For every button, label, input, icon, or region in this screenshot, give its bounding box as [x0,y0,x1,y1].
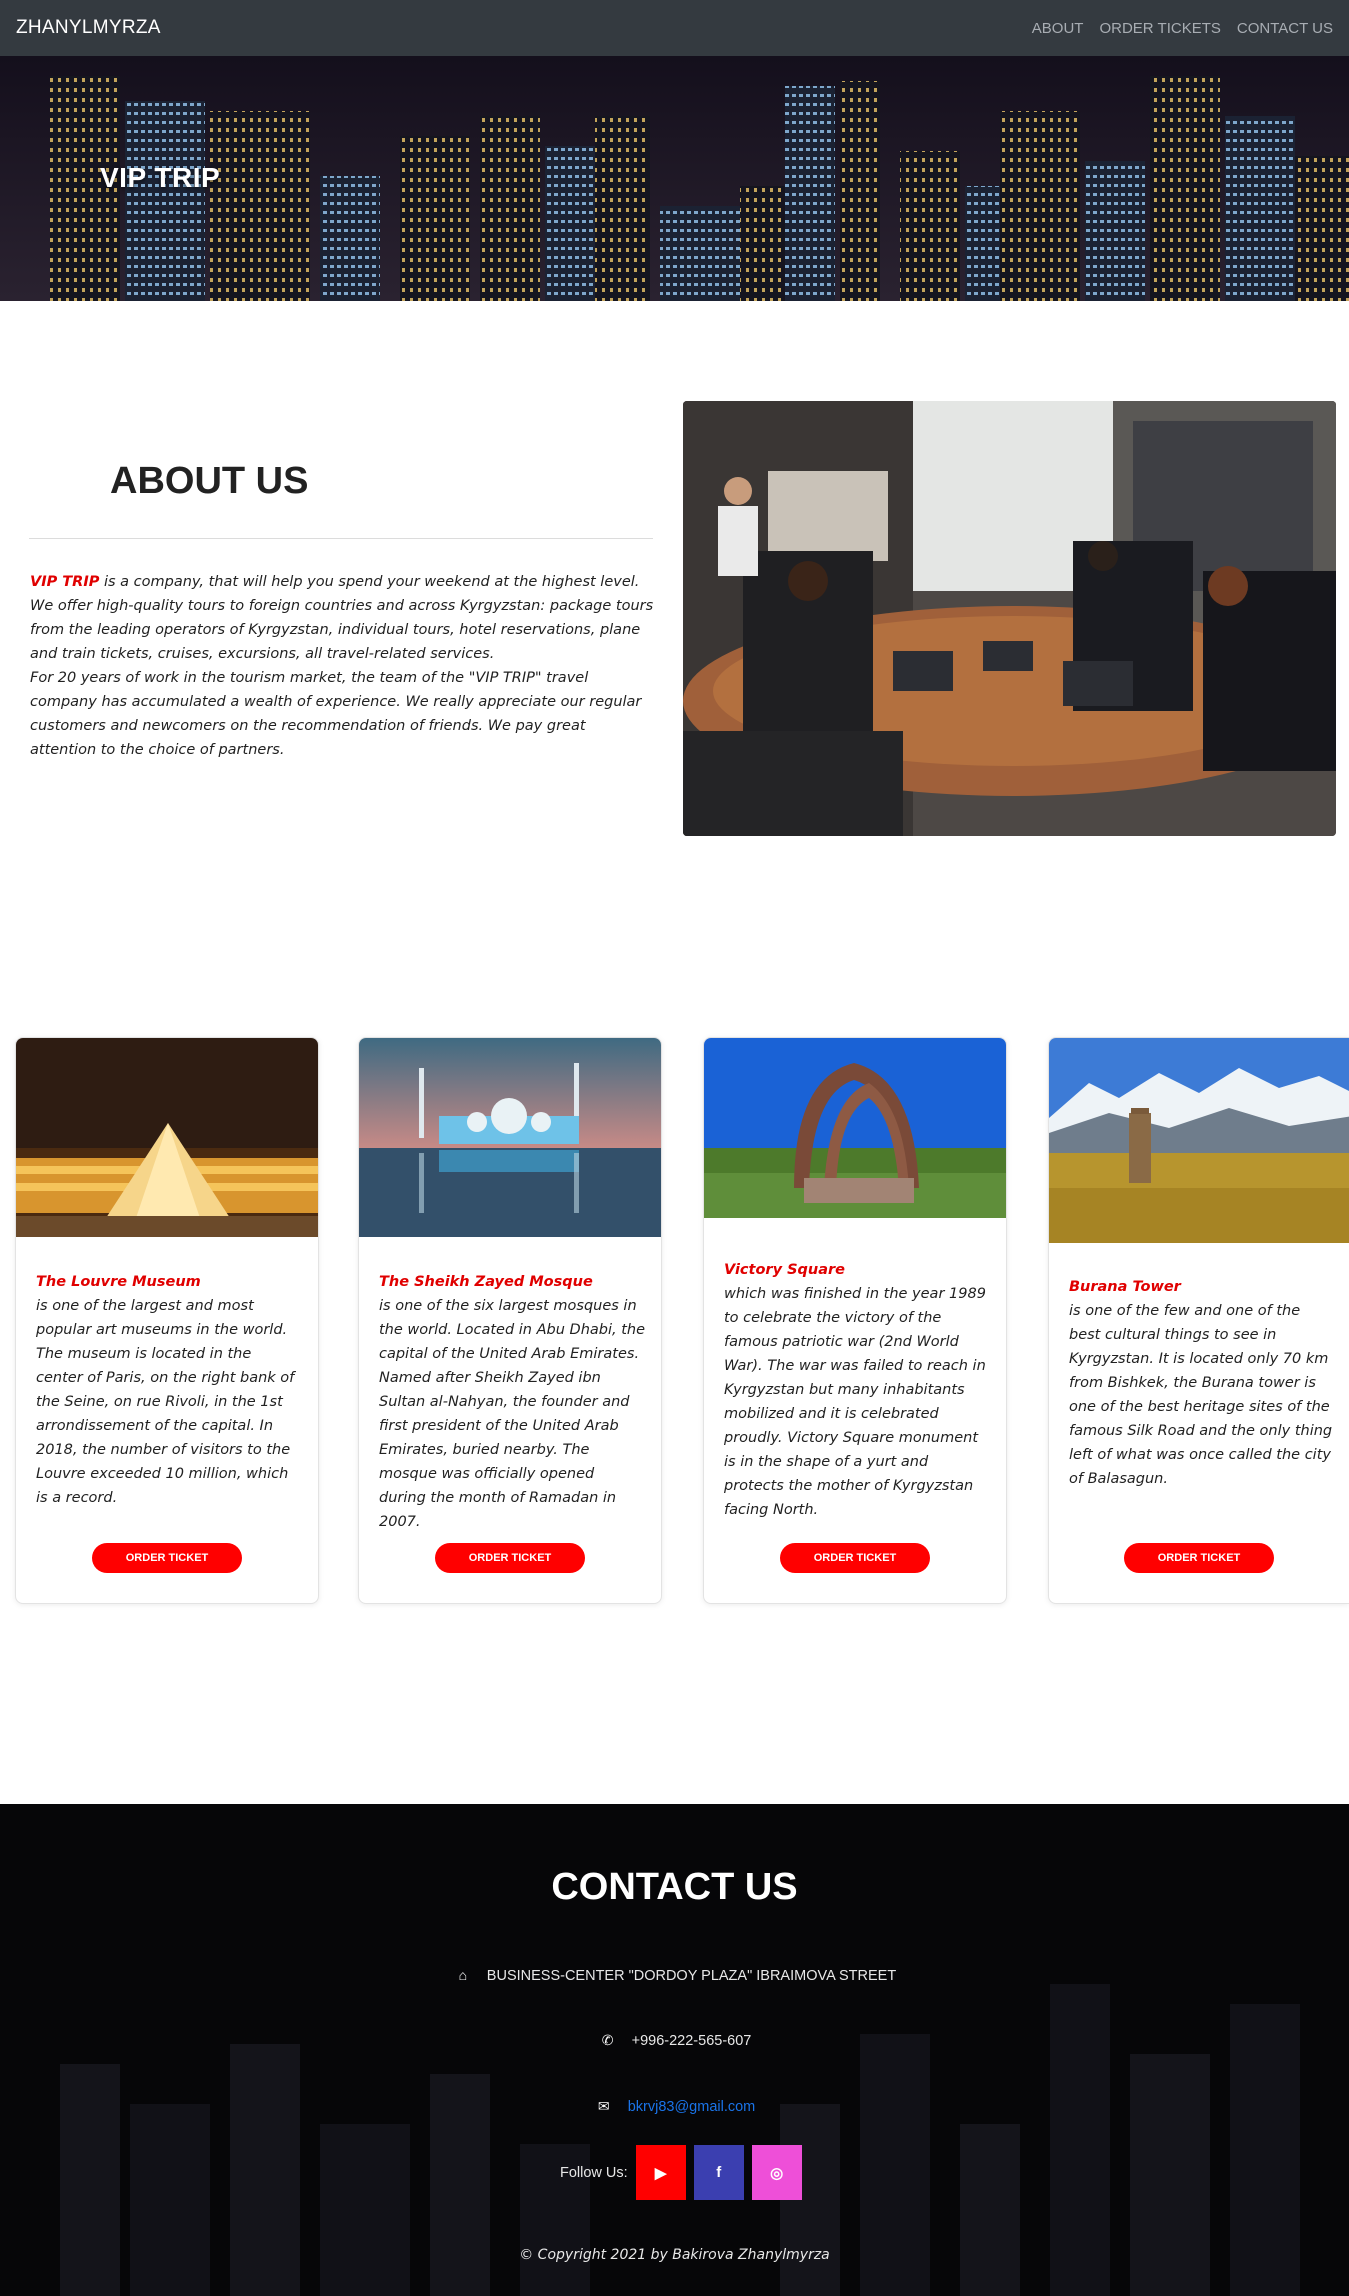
nav-link-order-tickets[interactable]: ORDER TICKETS [1099,20,1220,37]
card-body: The Sheikh Zayed Mosque is one of the si… [379,1270,645,1534]
phone-icon: ✆ [601,2032,614,2048]
phone-row: ✆ +996-222-565-607 [0,2032,1349,2049]
card-body: Victory Square which was finished in the… [724,1258,990,1522]
address-text: BUSINESS-CENTER "DORDOY PLAZA" IBRAIMOVA… [486,1968,897,1984]
navbar: ZHANYLMYRZA ABOUT ORDER TICKETS CONTACT … [0,0,1349,56]
email-link[interactable]: bkrvj83@gmail.com [628,2099,756,2115]
about-paragraph-2: For 20 years of work in the tourism mark… [30,670,642,758]
card-body: The Louvre Museum is one of the largest … [36,1270,302,1510]
burana-tower-photo [1049,1038,1349,1243]
email-row: ✉ bkrvj83@gmail.com [0,2098,1349,2115]
card-body: Burana Tower is one of the few and one o… [1069,1275,1333,1491]
card-burana-tower: Burana Tower is one of the few and one o… [1048,1037,1349,1604]
nav-link-contact-us[interactable]: CONTACT US [1237,20,1333,37]
youtube-icon: ▶ [654,2164,667,2182]
card-title: Victory Square [724,1262,845,1278]
card-sheikh-zayed: The Sheikh Zayed Mosque is one of the si… [358,1037,662,1604]
hero-banner: VIP TRIP [0,56,1349,301]
victory-square-photo [704,1038,1006,1218]
facebook-icon: f [716,2164,722,2181]
card-title: The Sheikh Zayed Mosque [379,1274,593,1290]
hero-title: VIP TRIP [100,162,221,193]
instagram-icon: ◎ [770,2164,784,2182]
follow-us: Follow Us: ▶ f ◎ [560,2145,802,2200]
brand-logo[interactable]: ZHANYLMYRZA [16,17,161,39]
order-ticket-button[interactable]: ORDER TICKET [435,1543,585,1573]
about-paragraph-1: VIP TRIP is a company, that will help yo… [30,570,655,666]
youtube-button[interactable]: ▶ [635,2145,686,2200]
nav-link-about[interactable]: ABOUT [1032,20,1084,37]
card-text: is one of the six largest mosques in the… [379,1298,646,1530]
home-icon: ⌂ [458,1967,468,1983]
card-victory-square: Victory Square which was finished in the… [703,1037,1007,1604]
copyright: © Copyright 2021 by Bakirova Zhanylmyrza [519,2247,830,2263]
instagram-button[interactable]: ◎ [751,2145,802,2200]
mosque-photo [359,1038,661,1237]
facebook-button[interactable]: f [693,2145,744,2200]
order-ticket-button[interactable]: ORDER TICKET [92,1543,242,1573]
phone-text: +996-222-565-607 [631,2033,752,2049]
contact-section: CONTACT US ⌂ BUSINESS-CENTER "DORDOY PLAZ… [0,1804,1349,2296]
card-text: which was finished in the year 1989 to c… [724,1286,986,1518]
contact-title: CONTACT US [551,1866,798,1908]
card-title: Burana Tower [1069,1279,1181,1295]
card-text: is one of the few and one of the best cu… [1069,1303,1333,1487]
envelope-icon: ✉ [597,2098,610,2114]
about-text-1: is a company, that will help you spend y… [30,574,654,662]
card-louvre: The Louvre Museum is one of the largest … [15,1037,319,1604]
louvre-photo [16,1038,318,1237]
about-highlight: VIP TRIP [30,574,100,590]
card-text: is one of the largest and most popular a… [36,1298,295,1506]
card-title: The Louvre Museum [36,1274,201,1290]
meeting-photo [683,401,1336,836]
nav-links: ABOUT ORDER TICKETS CONTACT US [1032,20,1333,37]
order-ticket-button[interactable]: ORDER TICKET [780,1543,930,1573]
about-divider [29,538,653,539]
address-row: ⌂ BUSINESS-CENTER "DORDOY PLAZA" IBRAIMOV… [0,1967,1349,1984]
order-ticket-button[interactable]: ORDER TICKET [1124,1543,1274,1573]
about-title: ABOUT US [110,460,309,502]
about-text: VIP TRIP is a company, that will help yo… [30,570,655,762]
follow-label: Follow Us: [560,2164,628,2181]
